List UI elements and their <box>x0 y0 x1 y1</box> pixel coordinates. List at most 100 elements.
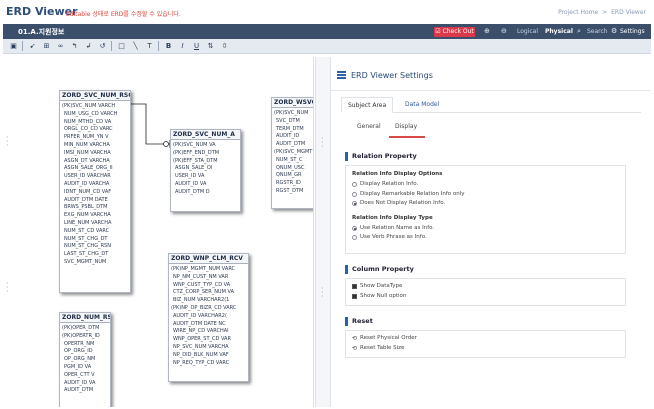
refresh-icon: ⟲ <box>352 335 358 342</box>
refresh-icon: ⟲ <box>352 344 358 352</box>
link-icon[interactable]: ∞ <box>55 41 66 51</box>
entity-column: PRFER_NUM_YN V <box>64 134 109 141</box>
align-icon[interactable]: ⇅ <box>205 41 216 51</box>
tab-data-model[interactable]: Data Model <box>399 97 445 113</box>
reset-table-size-button[interactable]: ⟲ Reset Table Size <box>352 344 619 354</box>
radio-button-selected[interactable] <box>352 225 357 231</box>
relation-icon[interactable]: ↰ <box>69 41 80 51</box>
entity-column: WNP_CUST_TYP_CD VA <box>173 281 231 288</box>
table-add-icon[interactable]: ⊞ <box>41 41 52 51</box>
save-icon[interactable]: ▣ <box>8 41 19 51</box>
radio-button-selected[interactable] <box>352 201 357 207</box>
canvas-left-grip[interactable]: · · · <box>6 134 9 150</box>
entity-column: ASGN_DT VARCHA <box>64 157 110 164</box>
checkout-icon: ☑ <box>435 28 441 35</box>
radio-button[interactable] <box>352 235 357 241</box>
entity-column: NUM_USG_CD VARCH <box>64 110 118 117</box>
subtab-active-indicator <box>389 136 425 138</box>
check-out-label: Check Out <box>442 28 474 35</box>
entity-column: NP_DID_BLK_NUM VAF <box>173 351 229 358</box>
radio-button[interactable] <box>352 182 357 188</box>
entity-column: PGM_ID VA <box>64 363 92 370</box>
entity-name: ZORD_SVC_NUM_A <box>171 130 240 140</box>
subtab-display[interactable]: Display <box>395 123 417 130</box>
view-physical-tab[interactable]: Physical <box>545 28 573 35</box>
entity-column: (PK)OPERTR_ID <box>62 332 100 339</box>
entity-zord-num-rsc[interactable]: ZORD_NUM_RSC (PK)OPER_DTM (PK)OPERTR_ID OP… <box>59 312 111 407</box>
entity-column: IDNT_NUM_CD VAF <box>64 188 112 195</box>
canvas-left-grip[interactable]: · · · <box>6 280 9 296</box>
entity-column: AUDIT_ID VA <box>175 180 207 187</box>
checkbox-show-datatype[interactable]: Show DataType <box>352 282 619 292</box>
erd-toolbar: ▣ ➹ ⊞ ∞ ↰ ↲ ↺ □ ╲ T B I U ⇅ ⇳ <box>3 39 651 54</box>
tab-subject-area[interactable]: Subject Area <box>341 97 394 113</box>
zoom-in-icon[interactable]: ⊕ <box>484 27 490 35</box>
entity-column: IMSI_NUM VARCHA <box>64 149 111 156</box>
subtab-general[interactable]: General <box>357 123 381 130</box>
radio-display-remarkable[interactable]: Display Remarkable Relation Info only <box>352 190 619 200</box>
entity-zord-wnp-clm-rcv[interactable]: ZORD_WNP_CLM_RCV (PK)NP_MGMT_NUM VARC NP_… <box>168 253 249 382</box>
relation-nonidentify-icon[interactable]: ↲ <box>83 41 94 51</box>
entity-column: BRWS_PSBL_DTM <box>64 204 108 211</box>
checkbox-checked[interactable] <box>352 293 357 299</box>
radio-label: Use Verb Phrase as Info. <box>360 234 427 240</box>
bold-icon[interactable]: B <box>163 41 174 51</box>
text-icon[interactable]: T <box>144 41 155 51</box>
entity-name: ZORD_WNP_CLM_RCV <box>169 254 248 264</box>
radio-use-verb-phrase[interactable]: Use Verb Phrase as Info. <box>352 233 619 243</box>
view-logical-tab[interactable]: Logical <box>517 28 538 35</box>
entity-column: ORGL_CO_CD VARC <box>64 126 113 133</box>
search-button[interactable]: Search <box>587 28 608 35</box>
panel-divider <box>331 90 651 91</box>
splitter-grip[interactable]: · · · <box>321 135 324 151</box>
rectangle-icon[interactable]: □ <box>116 41 127 51</box>
relationship-optional-mark <box>163 141 169 147</box>
checkbox-checked[interactable] <box>352 284 357 290</box>
relation-property-section: Relation Property Relation Info Display … <box>345 152 626 254</box>
radio-no-display[interactable]: Does Not Display Relation Info. <box>352 199 619 209</box>
entity-column: OPERTR_NM <box>64 340 95 347</box>
underline-icon[interactable]: U <box>191 41 202 51</box>
entity-column: AUDIT_DTM DATE NC <box>173 320 226 327</box>
toolbar-divider <box>158 41 159 51</box>
italic-icon[interactable]: I <box>177 41 188 51</box>
pointer-icon[interactable]: ➹ <box>27 41 38 51</box>
entity-zord-wsvc-q[interactable]: ZORD_WSVC_Q (PK)SVC_NUMSVC_DTMTERM_DTMAU… <box>271 97 313 209</box>
panel-splitter[interactable]: · · · · · · <box>315 57 331 407</box>
entity-zord-svc-num-rsc[interactable]: ZORD_SVC_NUM_RSC (PK)SVC_NUM VARCH NUM_US… <box>59 90 131 293</box>
zoom-out-icon[interactable]: ⊖ <box>501 27 507 35</box>
entity-column: NUM_ST_C <box>276 156 303 163</box>
line-icon[interactable]: ╲ <box>130 41 141 51</box>
radio-display-relation[interactable]: Display Relation Info. <box>352 180 619 190</box>
relation-self-icon[interactable]: ↺ <box>97 41 108 51</box>
toolbar-divider <box>22 41 23 51</box>
checkbox-show-null[interactable]: Show Null option <box>352 292 619 302</box>
radio-label: Display Relation Info. <box>360 181 419 187</box>
search-icon[interactable]: ⌕ <box>577 27 581 36</box>
radio-use-relation-name[interactable]: Use Relation Name as Info. <box>352 224 619 234</box>
reset-section: Reset ⟲ Reset Physical Order ⟲ Reset Table… <box>345 317 626 358</box>
gear-icon[interactable]: ⚙ <box>611 27 617 35</box>
breadcrumb-project-home[interactable]: Project Home <box>558 9 598 16</box>
entity-zord-svc-num-a[interactable]: ZORD_SVC_NUM_A (PK)SVC_NUM VA (PK)EFF_END… <box>170 129 241 212</box>
radio-button[interactable] <box>352 191 357 197</box>
erd-canvas[interactable]: ZORD_SVC_NUM_RSC (PK)SVC_NUM VARCH NUM_US… <box>16 57 314 407</box>
entity-column: WNP_OPER_ST_CD VAR <box>173 336 231 343</box>
settings-button[interactable]: Settings <box>620 28 645 35</box>
entity-column: NUM_ST_CHG_DT <box>64 235 108 242</box>
entity-columns: (PK)SVC_NUM VARCH NUM_USG_CD VARCH NUM_MTH… <box>60 101 130 267</box>
font-size-icon[interactable]: ⇳ <box>219 41 230 51</box>
entity-column: ASGN_SALE_OI <box>175 165 213 172</box>
section-heading: Reset <box>345 317 626 326</box>
splitter-grip[interactable]: · · · <box>321 285 324 301</box>
reset-label: Reset Table Size <box>360 344 405 351</box>
relation-property-box: Relation Info Display Options Display Re… <box>345 165 626 254</box>
entity-column: EXG_NUM VARCHA <box>64 212 111 219</box>
check-out-button[interactable]: ☑ Check Out <box>434 27 475 37</box>
entity-columns: (PK)OPER_DTM (PK)OPERTR_ID OPERTR_NM OP_ORG… <box>60 323 110 395</box>
menu-icon[interactable] <box>337 71 346 79</box>
entity-column: AUDIT_DTM <box>64 387 94 394</box>
entity-columns: (PK)SVC_NUM VA (PK)EFF_END_DTM (PK)EFF_STA… <box>171 140 240 197</box>
entity-column: (PK)SVC_NUM VA <box>173 142 216 148</box>
reset-physical-order-button[interactable]: ⟲ Reset Physical Order <box>352 334 619 344</box>
